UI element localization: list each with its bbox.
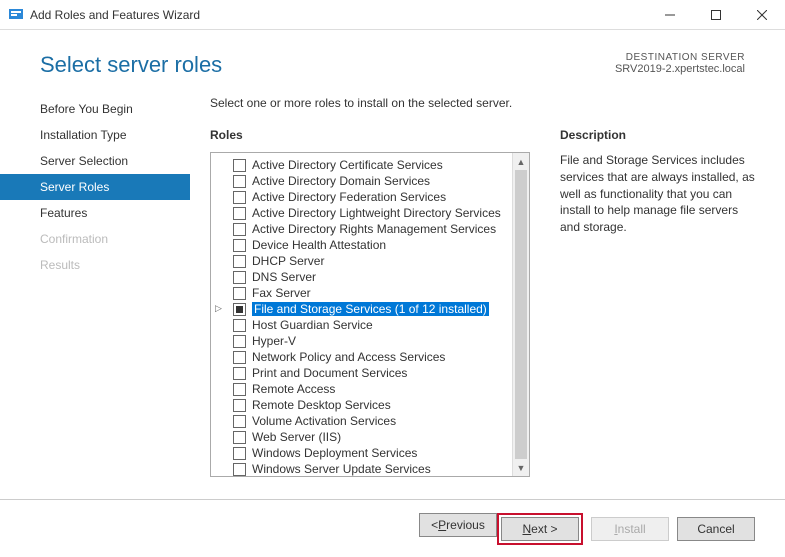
next-button-highlight: Next >: [497, 513, 583, 545]
role-checkbox[interactable]: [233, 431, 246, 444]
role-checkbox[interactable]: [233, 399, 246, 412]
role-label: Volume Activation Services: [252, 414, 396, 428]
main-content: Select one or more roles to install on t…: [190, 88, 785, 498]
sidebar-item-results: Results: [0, 252, 190, 278]
roles-scrollbar[interactable]: ▲ ▼: [512, 153, 529, 476]
role-row[interactable]: Hyper-V: [211, 333, 529, 349]
scroll-down-icon[interactable]: ▼: [513, 459, 529, 476]
role-label: Hyper-V: [252, 334, 296, 348]
sidebar-item-server-roles[interactable]: Server Roles: [0, 174, 190, 200]
role-label: Network Policy and Access Services: [252, 350, 445, 364]
role-row[interactable]: Active Directory Rights Management Servi…: [211, 221, 529, 237]
role-label: Active Directory Lightweight Directory S…: [252, 206, 501, 220]
sidebar-item-installation-type[interactable]: Installation Type: [0, 122, 190, 148]
role-row[interactable]: Fax Server: [211, 285, 529, 301]
role-checkbox[interactable]: [233, 303, 246, 316]
window-title: Add Roles and Features Wizard: [30, 8, 647, 22]
role-checkbox[interactable]: [233, 447, 246, 460]
footer: < Previous Next > Install Cancel: [0, 499, 785, 557]
role-label: Windows Deployment Services: [252, 446, 417, 460]
role-label: Fax Server: [252, 286, 311, 300]
expand-arrow-icon[interactable]: ▷: [215, 303, 227, 314]
roles-listbox[interactable]: Active Directory Certificate Services Act…: [210, 152, 530, 477]
role-row[interactable]: Windows Server Update Services: [211, 461, 529, 477]
description-heading: Description: [560, 128, 755, 142]
role-checkbox[interactable]: [233, 191, 246, 204]
body: Before You BeginInstallation TypeServer …: [0, 88, 785, 498]
role-label: Remote Desktop Services: [252, 398, 391, 412]
description-column: Description File and Storage Services in…: [560, 128, 755, 477]
role-row[interactable]: Device Health Attestation: [211, 237, 529, 253]
minimize-button[interactable]: [647, 0, 693, 30]
instruction-text: Select one or more roles to install on t…: [210, 96, 755, 110]
sidebar-item-confirmation: Confirmation: [0, 226, 190, 252]
role-row[interactable]: Web Server (IIS): [211, 429, 529, 445]
previous-button[interactable]: < Previous: [419, 513, 497, 537]
role-row[interactable]: DNS Server: [211, 269, 529, 285]
role-checkbox[interactable]: [233, 255, 246, 268]
close-button[interactable]: [739, 0, 785, 30]
role-checkbox[interactable]: [233, 239, 246, 252]
destination-server: SRV2019-2.xpertstec.local: [615, 63, 745, 75]
scroll-up-icon[interactable]: ▲: [513, 153, 529, 170]
role-checkbox[interactable]: [233, 319, 246, 332]
role-row[interactable]: Remote Desktop Services: [211, 397, 529, 413]
destination-info: DESTINATION SERVER SRV2019-2.xpertstec.l…: [615, 52, 745, 75]
role-row[interactable]: Windows Deployment Services: [211, 445, 529, 461]
role-label: Device Health Attestation: [252, 238, 386, 252]
role-label: Active Directory Rights Management Servi…: [252, 222, 496, 236]
role-row[interactable]: Volume Activation Services: [211, 413, 529, 429]
roles-column: Roles Active Directory Certificate Servi…: [210, 128, 530, 477]
nav-button-group: < Previous Next >: [419, 513, 583, 545]
role-label: File and Storage Services (1 of 12 insta…: [252, 302, 489, 316]
role-checkbox[interactable]: [233, 175, 246, 188]
sidebar-item-before-you-begin[interactable]: Before You Begin: [0, 96, 190, 122]
role-row[interactable]: Print and Document Services: [211, 365, 529, 381]
title-bar: Add Roles and Features Wizard: [0, 0, 785, 30]
header: Select server roles DESTINATION SERVER S…: [0, 30, 785, 88]
role-row[interactable]: Host Guardian Service: [211, 317, 529, 333]
maximize-button[interactable]: [693, 0, 739, 30]
next-button[interactable]: Next >: [501, 517, 579, 541]
sidebar: Before You BeginInstallation TypeServer …: [0, 88, 190, 498]
role-checkbox[interactable]: [233, 351, 246, 364]
role-label: Web Server (IIS): [252, 430, 341, 444]
role-label: Active Directory Certificate Services: [252, 158, 443, 172]
scroll-thumb[interactable]: [515, 170, 527, 459]
role-checkbox[interactable]: [233, 159, 246, 172]
role-row[interactable]: Remote Access: [211, 381, 529, 397]
role-checkbox[interactable]: [233, 223, 246, 236]
role-checkbox[interactable]: [233, 271, 246, 284]
role-label: Active Directory Domain Services: [252, 174, 430, 188]
install-button: Install: [591, 517, 669, 541]
role-checkbox[interactable]: [233, 383, 246, 396]
role-row[interactable]: Network Policy and Access Services: [211, 349, 529, 365]
description-text: File and Storage Services includes servi…: [560, 152, 755, 236]
role-checkbox[interactable]: [233, 367, 246, 380]
role-label: Print and Document Services: [252, 366, 407, 380]
role-row[interactable]: ▷ File and Storage Services (1 of 12 inst…: [211, 301, 529, 317]
cancel-button[interactable]: Cancel: [677, 517, 755, 541]
role-row[interactable]: Active Directory Certificate Services: [211, 157, 529, 173]
role-label: Active Directory Federation Services: [252, 190, 446, 204]
role-row[interactable]: Active Directory Federation Services: [211, 189, 529, 205]
role-label: Remote Access: [252, 382, 335, 396]
role-checkbox[interactable]: [233, 463, 246, 476]
role-row[interactable]: Active Directory Domain Services: [211, 173, 529, 189]
role-label: DNS Server: [252, 270, 316, 284]
destination-label: DESTINATION SERVER: [615, 52, 745, 63]
role-label: Host Guardian Service: [252, 318, 373, 332]
role-row[interactable]: Active Directory Lightweight Directory S…: [211, 205, 529, 221]
sidebar-item-server-selection[interactable]: Server Selection: [0, 148, 190, 174]
sidebar-item-features[interactable]: Features: [0, 200, 190, 226]
role-checkbox[interactable]: [233, 207, 246, 220]
role-label: Windows Server Update Services: [252, 462, 431, 476]
role-checkbox[interactable]: [233, 335, 246, 348]
role-row[interactable]: DHCP Server: [211, 253, 529, 269]
roles-heading: Roles: [210, 128, 530, 142]
role-checkbox[interactable]: [233, 415, 246, 428]
app-icon: [8, 7, 24, 23]
role-label: DHCP Server: [252, 254, 324, 268]
role-checkbox[interactable]: [233, 287, 246, 300]
